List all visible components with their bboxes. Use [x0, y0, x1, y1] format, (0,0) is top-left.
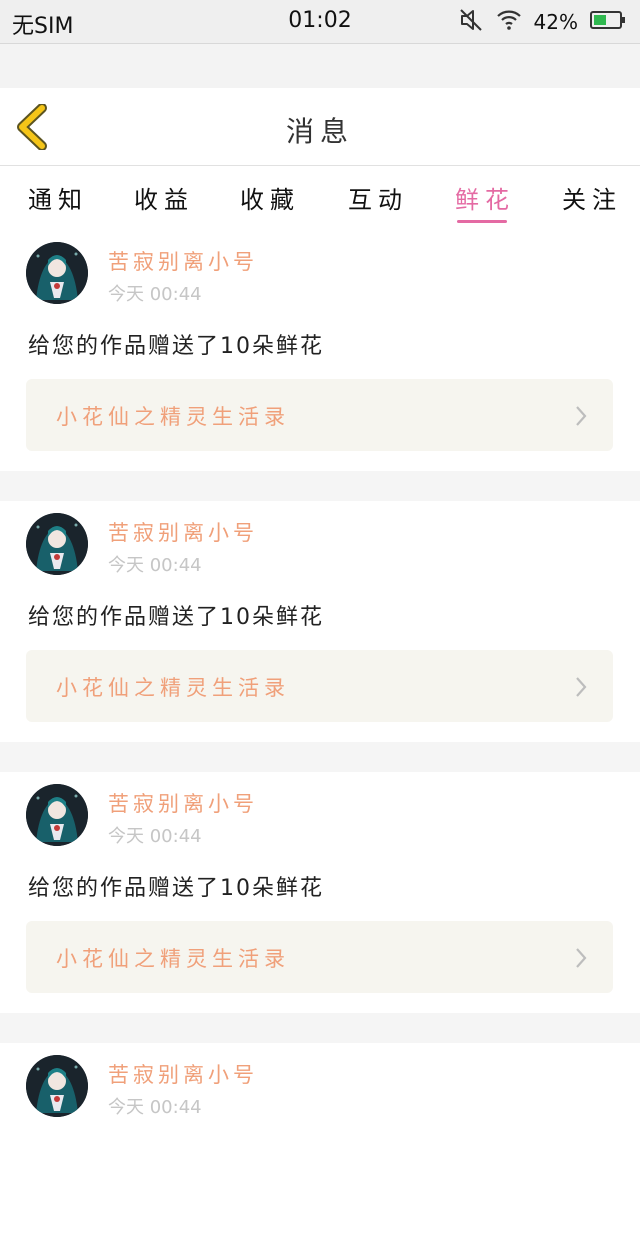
status-spacer — [0, 44, 640, 88]
battery-icon — [590, 10, 626, 34]
username-link[interactable]: 苦寂别离小号 — [108, 788, 258, 818]
work-link-card[interactable]: 小花仙之精灵生活录 — [26, 921, 613, 993]
list-item: 苦寂别离小号 今天 00:44 给您的作品赠送了10朵鲜花 小花仙之精灵生活录 — [0, 772, 640, 1013]
chevron-right-icon — [576, 406, 587, 426]
timestamp: 今天 00:44 — [108, 555, 202, 576]
work-title: 小花仙之精灵生活录 — [56, 405, 290, 429]
avatar[interactable] — [26, 242, 88, 304]
status-bar: 无SIM 01:02 42% — [0, 0, 640, 44]
page-title: 消息 — [285, 115, 354, 148]
avatar[interactable] — [26, 784, 88, 846]
wifi-icon — [496, 9, 522, 35]
tab-notifications[interactable]: 通知 — [28, 180, 88, 215]
tab-favorites[interactable]: 收藏 — [240, 180, 300, 215]
timestamp: 今天 00:44 — [108, 1097, 202, 1118]
active-tab-indicator — [457, 220, 507, 223]
tab-bar: 通知 收益 收藏 互动 鲜花 关注 — [0, 166, 640, 230]
timestamp: 今天 00:44 — [108, 826, 202, 847]
avatar[interactable] — [26, 513, 88, 575]
list-item: 苦寂别离小号 今天 00:44 — [0, 1043, 640, 1243]
mute-icon — [458, 7, 484, 37]
chevron-right-icon — [576, 948, 587, 968]
avatar[interactable] — [26, 1055, 88, 1117]
work-link-card[interactable]: 小花仙之精灵生活录 — [26, 379, 613, 451]
work-title: 小花仙之精灵生活录 — [56, 676, 290, 700]
work-link-card[interactable]: 小花仙之精灵生活录 — [26, 650, 613, 722]
tab-flowers[interactable]: 鲜花 — [455, 180, 515, 223]
navbar: 消息 — [0, 88, 640, 166]
tab-flowers-label: 鲜花 — [455, 186, 515, 214]
message-text: 给您的作品赠送了10朵鲜花 — [28, 605, 324, 630]
work-title: 小花仙之精灵生活录 — [56, 947, 290, 971]
list-item: 苦寂别离小号 今天 00:44 给您的作品赠送了10朵鲜花 小花仙之精灵生活录 — [0, 230, 640, 471]
username-link[interactable]: 苦寂别离小号 — [108, 246, 258, 276]
message-list: 苦寂别离小号 今天 00:44 给您的作品赠送了10朵鲜花 小花仙之精灵生活录 … — [0, 230, 640, 1243]
username-link[interactable]: 苦寂别离小号 — [108, 517, 258, 547]
tab-following[interactable]: 关注 — [562, 180, 622, 215]
status-icons: 42% — [458, 6, 626, 38]
battery-percent: 42% — [533, 10, 578, 34]
username-link[interactable]: 苦寂别离小号 — [108, 1059, 258, 1089]
timestamp: 今天 00:44 — [108, 284, 202, 305]
list-item: 苦寂别离小号 今天 00:44 给您的作品赠送了10朵鲜花 小花仙之精灵生活录 — [0, 501, 640, 742]
message-text: 给您的作品赠送了10朵鲜花 — [28, 334, 324, 359]
tab-interactions[interactable]: 互动 — [348, 180, 408, 215]
tab-earnings[interactable]: 收益 — [134, 180, 194, 215]
chevron-right-icon — [576, 677, 587, 697]
message-text: 给您的作品赠送了10朵鲜花 — [28, 876, 324, 901]
